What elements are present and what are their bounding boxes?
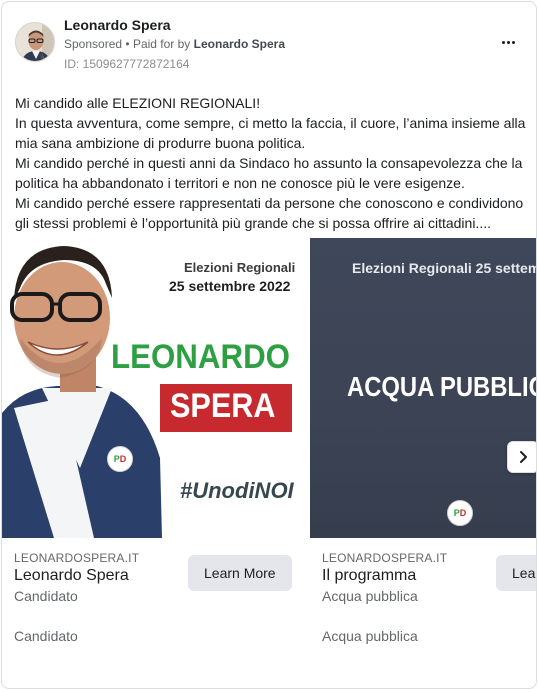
advertiser-name[interactable]: Leonardo Spera: [64, 17, 171, 33]
card-subtitle: Candidato: [14, 588, 78, 604]
carousel: PD Elezioni Regionali 25 settembre 2022 …: [2, 238, 537, 538]
body-line: gli stessi problemi è l’opportunità più …: [15, 215, 491, 231]
slide1-first-name: LEONARDO: [111, 338, 290, 376]
card-title: Leonardo Spera: [14, 567, 129, 584]
ad-body-text: Mi candido alle ELEZIONI REGIONALI! In q…: [15, 93, 525, 233]
body-line: mia sana ambizione di produrre buona pol…: [15, 135, 306, 151]
slide2-title: ACQUA PUBBLIC: [347, 371, 537, 402]
body-line: Mi candido perché essere rappresentati d…: [15, 195, 524, 211]
card-domain: LEONARDOSPERA.IT: [14, 551, 140, 565]
chevron-right-icon: [520, 451, 527, 463]
paid-for-name: Leonardo Spera: [193, 37, 286, 51]
carousel-image-2[interactable]: Elezioni Regionali 25 settembre 2 ACQUA …: [310, 238, 537, 538]
slide2-date-line: Elezioni Regionali 25 settembre 2: [352, 260, 536, 276]
dot: [511, 40, 515, 44]
advertiser-avatar[interactable]: [15, 22, 55, 62]
card-description: Candidato: [14, 628, 78, 644]
card-footer-2[interactable]: LEONARDOSPERA.IT Il programma Acqua pubb…: [322, 547, 536, 667]
slide1-last-name: SPERA: [170, 387, 276, 425]
paid-for-prefix: Paid for by: [132, 37, 191, 51]
ad-id: ID: 1509627772872164: [64, 57, 190, 71]
sponsored-label: Sponsored: [64, 37, 123, 51]
card-footer-1[interactable]: LEONARDOSPERA.IT Leonardo Spera Candidat…: [14, 547, 314, 667]
card-domain: LEONARDOSPERA.IT: [322, 551, 448, 565]
avatar-portrait: [16, 23, 54, 61]
body-line: Mi candido perché in questi anni da Sind…: [15, 155, 523, 171]
slide1-date-line1: Elezioni Regionali: [184, 260, 296, 275]
more-options-button[interactable]: [494, 32, 522, 52]
separator-dot: •: [125, 37, 130, 51]
dot: [506, 40, 510, 44]
slide1-date-line2: 25 settembre 2022: [169, 278, 291, 294]
body-line: politica ha abbandonato i territori e no…: [15, 175, 465, 191]
carousel-next-button[interactable]: [507, 441, 536, 473]
learn-more-button[interactable]: Learn More: [188, 555, 292, 591]
card-description: Acqua pubblica: [322, 628, 418, 644]
logo-letter: D: [119, 454, 127, 464]
logo-letter: D: [459, 508, 467, 518]
card-subtitle: Acqua pubblica: [322, 588, 418, 604]
slide1-hashtag: #UnodiNOI: [180, 478, 294, 503]
card-title: Il programma: [322, 567, 417, 584]
body-line: Mi candido alle ELEZIONI REGIONALI!: [15, 95, 261, 111]
learn-more-button[interactable]: Learn More: [496, 555, 536, 591]
carousel-image-1[interactable]: PD Elezioni Regionali 25 settembre 2022 …: [2, 238, 302, 538]
candidate-photo: [2, 238, 162, 538]
body-line: In questa avventura, come sempre, ci met…: [15, 115, 526, 131]
three-dots-icon: [501, 40, 505, 44]
sponsored-line: Sponsored • Paid for by Leonardo Spera: [64, 37, 285, 51]
party-logo: PD: [447, 500, 473, 526]
ad-card: Leonardo Spera Sponsored • Paid for by L…: [1, 1, 537, 689]
party-logo: PD: [107, 446, 133, 472]
